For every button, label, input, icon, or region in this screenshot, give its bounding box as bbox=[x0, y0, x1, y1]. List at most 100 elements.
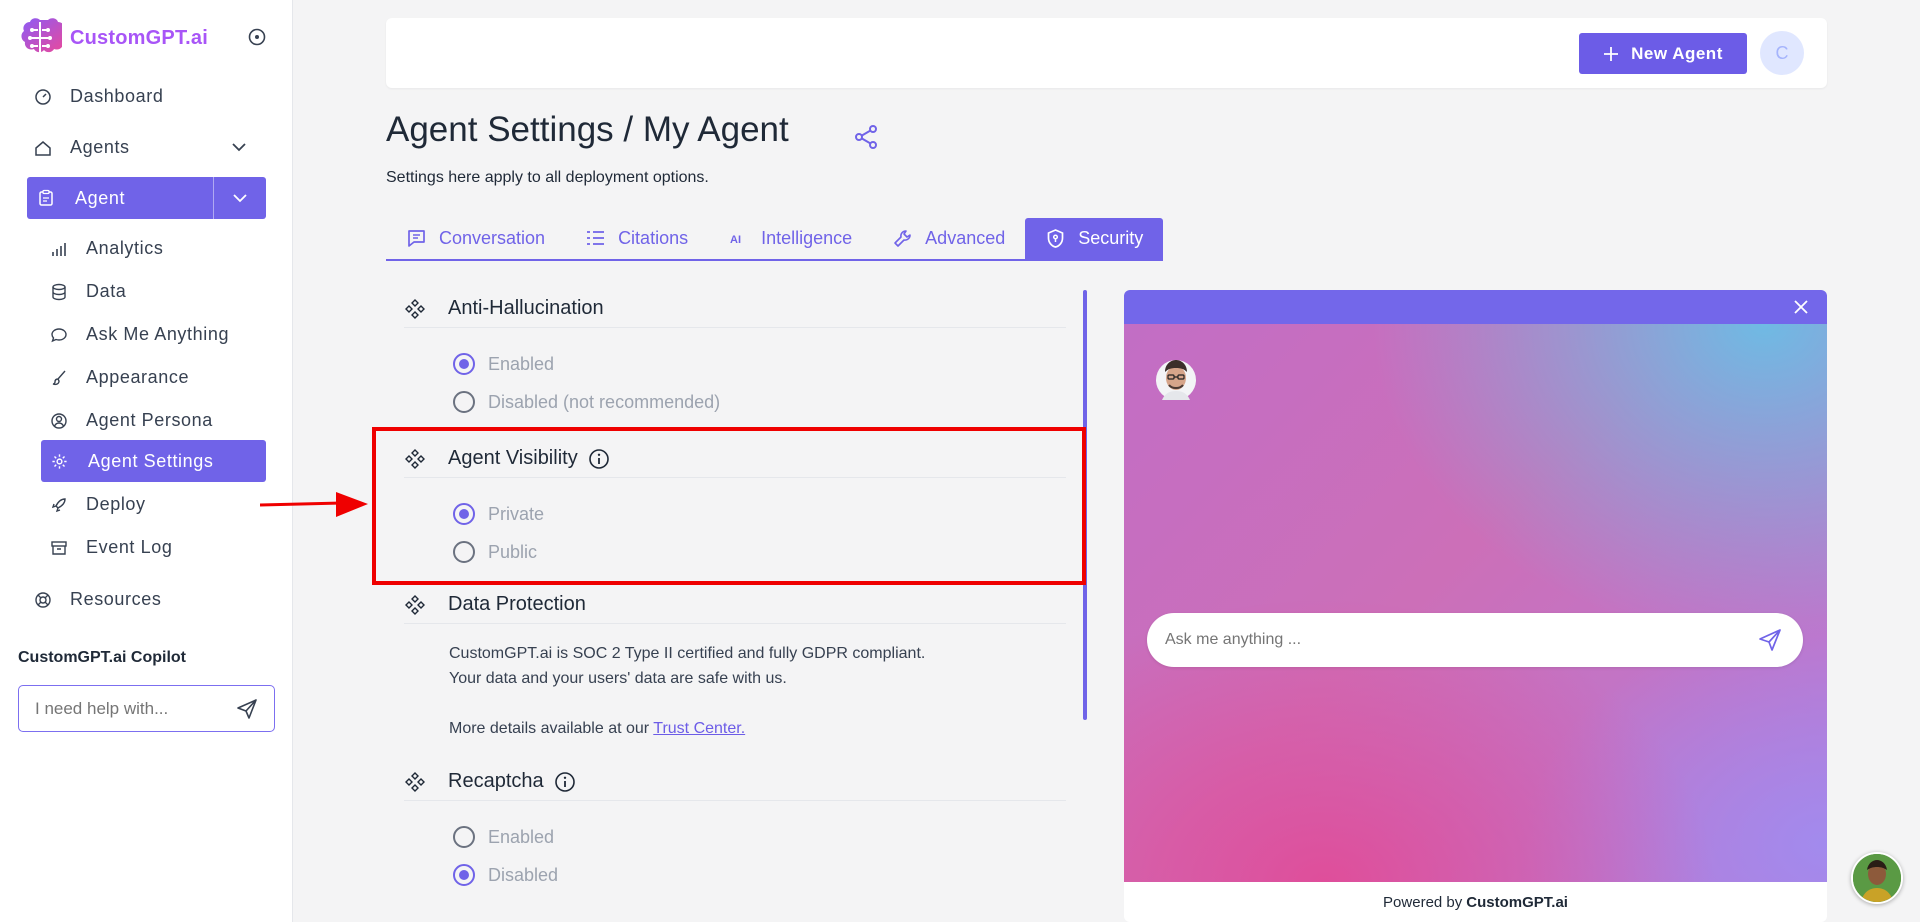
powered-by-prefix: Powered by bbox=[1383, 893, 1463, 911]
section-recaptcha: Recaptcha Enabled Disabled bbox=[404, 763, 1066, 894]
chat-input[interactable] bbox=[1165, 631, 1745, 649]
security-settings-panel: Anti-Hallucination Enabled Disabled (not… bbox=[404, 290, 1086, 922]
wrench-icon bbox=[894, 230, 911, 247]
tab-label: Intelligence bbox=[761, 228, 853, 248]
data-protection-line: CustomGPT.ai is SOC 2 Type II certified … bbox=[449, 645, 926, 662]
sidebar-item-event-log[interactable]: Event Log bbox=[50, 537, 172, 558]
sidebar-item-label: Deploy bbox=[86, 494, 146, 514]
sidebar: CustomGPT.ai Dashboard Agents Agent Anal… bbox=[0, 0, 293, 922]
brand[interactable]: CustomGPT.ai bbox=[18, 16, 208, 60]
sidebar-item-data[interactable]: Data bbox=[50, 281, 126, 302]
plus-icon bbox=[1604, 46, 1619, 61]
tab-conversation[interactable]: Conversation bbox=[386, 218, 566, 261]
top-bar: New Agent C bbox=[386, 18, 1827, 88]
archive-icon bbox=[51, 540, 67, 555]
brush-icon bbox=[52, 370, 66, 385]
section-title: Data Protection bbox=[448, 593, 586, 615]
tab-label: Advanced bbox=[925, 228, 1006, 248]
section-title: Anti-Hallucination bbox=[448, 297, 604, 319]
database-icon bbox=[52, 283, 66, 300]
radio-label: Disabled (not recommended) bbox=[488, 391, 721, 412]
list-icon bbox=[587, 231, 605, 245]
section-anti-hallucination: Anti-Hallucination Enabled Disabled (not… bbox=[404, 290, 1066, 421]
tab-intelligence[interactable]: AI Intelligence bbox=[708, 218, 873, 261]
agent-button[interactable]: Agent bbox=[27, 177, 213, 219]
support-avatar[interactable] bbox=[1851, 852, 1903, 904]
sidebar-item-appearance[interactable]: Appearance bbox=[50, 367, 189, 388]
data-protection-text: CustomGPT.ai is SOC 2 Type II certified … bbox=[404, 624, 1066, 741]
radio-button[interactable] bbox=[453, 864, 475, 886]
sidebar-collapse-icon[interactable] bbox=[247, 27, 267, 47]
tab-advanced[interactable]: Advanced bbox=[872, 218, 1026, 261]
nav-resources[interactable]: Resources bbox=[34, 589, 161, 610]
agent-button-label: Agent bbox=[75, 187, 126, 208]
radio-option-disabled[interactable]: Disabled bbox=[404, 856, 1066, 894]
radio-option-disabled[interactable]: Disabled (not recommended) bbox=[404, 383, 1066, 421]
brand-name: CustomGPT.ai bbox=[70, 26, 208, 49]
agent-dropdown[interactable]: Agent bbox=[27, 177, 266, 219]
radio-button[interactable] bbox=[453, 353, 475, 375]
nav-dashboard-label: Dashboard bbox=[70, 86, 164, 106]
share-icon[interactable] bbox=[853, 124, 879, 150]
chat-header bbox=[1124, 290, 1827, 324]
copilot-input[interactable] bbox=[35, 698, 225, 719]
data-protection-line: Your data and your users' data are safe … bbox=[449, 670, 787, 687]
radio-button[interactable] bbox=[453, 391, 475, 413]
chevron-down-icon[interactable] bbox=[229, 137, 249, 157]
new-agent-button[interactable]: New Agent bbox=[1579, 33, 1747, 74]
brain-logo-icon bbox=[21, 18, 62, 54]
chat-input-box[interactable] bbox=[1147, 613, 1803, 667]
drag-handle-icon[interactable] bbox=[404, 594, 426, 616]
section-header: Recaptcha bbox=[404, 763, 1066, 801]
chat-icon bbox=[408, 230, 425, 247]
home-icon bbox=[35, 140, 51, 156]
nav-agents[interactable]: Agents bbox=[34, 137, 130, 158]
radio-option-enabled[interactable]: Enabled bbox=[404, 345, 1066, 383]
tab-label: Citations bbox=[618, 228, 689, 248]
trust-center-line: More details available at our Trust Cent… bbox=[449, 716, 1066, 741]
radio-option-enabled[interactable]: Enabled bbox=[404, 818, 1066, 856]
sidebar-item-agent-persona[interactable]: Agent Persona bbox=[50, 410, 213, 431]
close-icon[interactable] bbox=[1793, 299, 1809, 315]
powered-by-brand: CustomGPT.ai bbox=[1466, 893, 1568, 911]
tab-security[interactable]: Security bbox=[1025, 218, 1164, 261]
section-header: Data Protection bbox=[404, 586, 1066, 624]
drag-handle-icon[interactable] bbox=[404, 298, 426, 320]
annotation-arrow-icon bbox=[260, 492, 368, 517]
sidebar-item-agent-settings[interactable]: Agent Settings bbox=[41, 440, 266, 482]
radio-button[interactable] bbox=[453, 826, 475, 848]
trust-center-link[interactable]: Trust Center. bbox=[653, 720, 745, 737]
info-icon[interactable] bbox=[554, 771, 576, 793]
radio-label: Enabled bbox=[488, 353, 555, 374]
drag-handle-icon[interactable] bbox=[404, 771, 426, 793]
sidebar-item-analytics[interactable]: Analytics bbox=[50, 238, 163, 259]
send-icon[interactable] bbox=[1757, 627, 1783, 653]
shield-icon bbox=[1047, 229, 1064, 248]
tab-citations[interactable]: Citations bbox=[565, 218, 709, 261]
nav-dashboard[interactable]: Dashboard bbox=[34, 86, 163, 107]
radio-label: Enabled bbox=[488, 826, 555, 847]
bot-avatar bbox=[1156, 360, 1196, 400]
page-subtitle: Settings here apply to all deployment op… bbox=[386, 169, 709, 186]
sidebar-item-label: Agent Settings bbox=[88, 450, 214, 471]
user-circle-icon bbox=[51, 412, 67, 429]
page-title: Agent Settings / My Agent bbox=[386, 110, 789, 149]
person-avatar-icon bbox=[1853, 854, 1901, 902]
sidebar-item-label: Event Log bbox=[86, 537, 173, 557]
sidebar-item-label: Data bbox=[86, 281, 127, 301]
lifebuoy-icon bbox=[35, 591, 51, 608]
sidebar-item-ask-me-anything[interactable]: Ask Me Anything bbox=[50, 324, 229, 345]
tab-label: Conversation bbox=[439, 228, 546, 248]
trust-center-prefix: More details available at our bbox=[449, 720, 650, 737]
chat-preview: Powered by CustomGPT.ai bbox=[1124, 290, 1827, 922]
sidebar-item-label: Agent Persona bbox=[86, 410, 213, 430]
send-icon[interactable] bbox=[235, 697, 259, 721]
user-avatar[interactable]: C bbox=[1760, 31, 1804, 75]
annotation-highlight-box bbox=[372, 427, 1086, 585]
dashboard-icon bbox=[35, 88, 51, 105]
nav-agents-label: Agents bbox=[70, 137, 130, 157]
sidebar-item-deploy[interactable]: Deploy bbox=[50, 494, 146, 515]
copilot-input-box[interactable] bbox=[18, 685, 275, 732]
svg-text:AI: AI bbox=[730, 234, 741, 246]
agent-dropdown-toggle[interactable] bbox=[213, 177, 266, 219]
